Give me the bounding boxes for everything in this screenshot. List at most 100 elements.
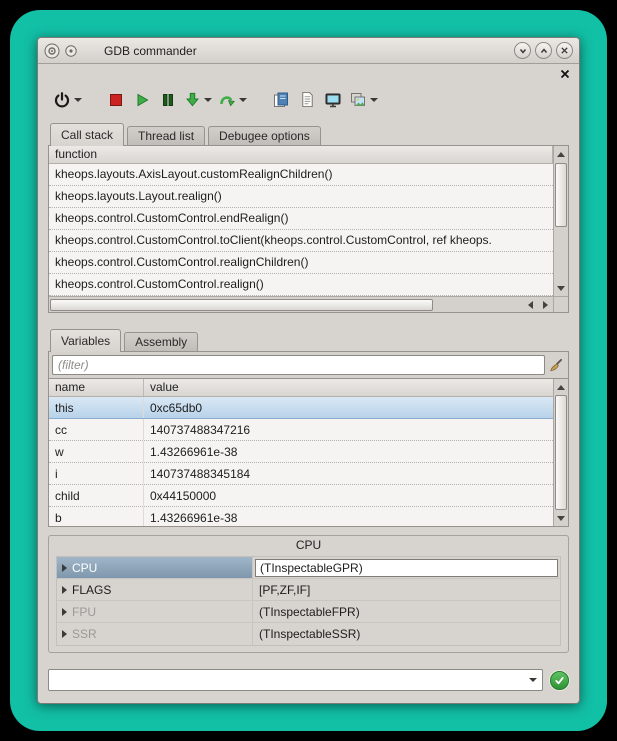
cpu-row-name[interactable]: FPU bbox=[57, 601, 253, 622]
monitor-icon bbox=[324, 91, 342, 109]
scroll-down-button[interactable] bbox=[554, 281, 568, 295]
column-header-name[interactable]: name bbox=[49, 379, 144, 396]
images-icon bbox=[349, 91, 367, 109]
cpu-row[interactable]: FLAGS [PF,ZF,IF] bbox=[57, 579, 560, 601]
cpu-row[interactable]: SSR (TInspectableSSR) bbox=[57, 623, 560, 645]
step-into-icon bbox=[184, 91, 201, 108]
tab-assembly[interactable]: Assembly bbox=[124, 332, 198, 351]
scrollbar-thumb[interactable] bbox=[50, 299, 433, 311]
tab-debugee-options[interactable]: Debugee options bbox=[208, 126, 321, 145]
arrow-up-icon bbox=[557, 152, 565, 157]
register-value-text: (TInspectableSSR) bbox=[255, 627, 360, 641]
clear-filter-button[interactable] bbox=[545, 355, 565, 375]
register-group-label: CPU bbox=[72, 561, 97, 575]
callstack-row[interactable]: kheops.control.CustomControl.realignChil… bbox=[49, 252, 553, 274]
dropdown-chevron-icon bbox=[239, 98, 247, 102]
expand-icon[interactable] bbox=[62, 608, 67, 616]
register-group-label: FLAGS bbox=[72, 583, 111, 597]
decorative-frame: GDB commander bbox=[10, 10, 607, 731]
variables-list: this 0xc65db0 cc 140737488347216 w 1.432… bbox=[49, 397, 553, 526]
book-icon bbox=[272, 91, 290, 109]
callstack-row[interactable]: kheops.control.CustomControl.toClient(kh… bbox=[49, 230, 553, 252]
expand-icon[interactable] bbox=[62, 630, 67, 638]
cpu-row-name[interactable]: FLAGS bbox=[57, 579, 253, 600]
variable-row[interactable]: w 1.43266961e-38 bbox=[49, 441, 553, 463]
log-button[interactable] bbox=[294, 87, 320, 113]
variables-header: name value bbox=[49, 379, 553, 397]
variable-row[interactable]: b 1.43266961e-38 bbox=[49, 507, 553, 526]
stop-button[interactable] bbox=[103, 87, 129, 113]
shade-button[interactable] bbox=[514, 42, 531, 59]
tab-thread-list[interactable]: Thread list bbox=[127, 126, 205, 145]
callstack-row[interactable]: kheops.layouts.Layout.realign() bbox=[49, 186, 553, 208]
command-combobox[interactable] bbox=[48, 669, 543, 691]
step-over-icon bbox=[218, 91, 236, 109]
cpu-row-name[interactable]: CPU bbox=[57, 557, 253, 578]
execute-button[interactable] bbox=[550, 671, 569, 690]
scroll-left-button[interactable] bbox=[523, 297, 538, 312]
chevron-down-icon bbox=[518, 46, 528, 56]
variables-vertical-scrollbar[interactable] bbox=[553, 379, 568, 526]
variable-name: this bbox=[49, 397, 144, 418]
variable-value: 0x44150000 bbox=[144, 489, 553, 503]
scroll-up-button[interactable] bbox=[554, 147, 568, 161]
close-button[interactable] bbox=[556, 42, 573, 59]
variables-panel: name value this 0xc65db0 cc 140737488347… bbox=[48, 351, 569, 527]
combo-dropdown-button[interactable] bbox=[524, 671, 541, 689]
tab-call-stack[interactable]: Call stack bbox=[50, 123, 124, 146]
variable-row[interactable]: cc 140737488347216 bbox=[49, 419, 553, 441]
options-button[interactable] bbox=[346, 87, 381, 113]
app-badge-icon bbox=[65, 45, 77, 57]
variable-row[interactable]: child 0x44150000 bbox=[49, 485, 553, 507]
command-input[interactable] bbox=[52, 671, 522, 689]
run-icon bbox=[134, 92, 150, 108]
callstack-vertical-scrollbar[interactable] bbox=[553, 146, 568, 296]
column-header-value[interactable]: value bbox=[144, 379, 553, 396]
scrollbar-thumb[interactable] bbox=[555, 395, 567, 510]
scroll-right-button[interactable] bbox=[538, 297, 553, 312]
dropdown-chevron-icon bbox=[74, 98, 82, 102]
stack-tabbar: Call stack Thread list Debugee options bbox=[48, 122, 569, 145]
dock-close-icon[interactable] bbox=[560, 69, 570, 79]
variable-value: 140737488345184 bbox=[144, 467, 553, 481]
docs-button[interactable] bbox=[268, 87, 294, 113]
cpu-row-value: (TInspectableFPR) bbox=[253, 601, 560, 622]
expand-icon[interactable] bbox=[62, 564, 67, 572]
scroll-up-button[interactable] bbox=[554, 380, 568, 394]
arrow-up-icon bbox=[557, 385, 565, 390]
variable-row[interactable]: i 140737488345184 bbox=[49, 463, 553, 485]
register-group-label: FPU bbox=[72, 605, 96, 619]
variable-name: cc bbox=[49, 419, 144, 440]
tab-variables[interactable]: Variables bbox=[50, 329, 121, 352]
filter-input[interactable] bbox=[52, 355, 545, 375]
watch-button[interactable] bbox=[320, 87, 346, 113]
callstack-row[interactable]: kheops.layouts.AxisLayout.customRealignC… bbox=[49, 164, 553, 186]
cpu-value-field[interactable]: (TInspectableGPR) bbox=[255, 559, 558, 577]
variable-name: i bbox=[49, 463, 144, 484]
register-group-label: SSR bbox=[72, 627, 97, 641]
debug-toolbar bbox=[50, 83, 569, 116]
callstack-row[interactable]: kheops.control.CustomControl.endRealign(… bbox=[49, 208, 553, 230]
power-button[interactable] bbox=[50, 87, 85, 113]
scrollbar-thumb[interactable] bbox=[555, 163, 567, 227]
scroll-down-button[interactable] bbox=[554, 511, 568, 525]
document-icon bbox=[299, 91, 316, 108]
pause-button[interactable] bbox=[155, 87, 181, 113]
callstack-row[interactable]: kheops.control.CustomControl.realign() bbox=[49, 274, 553, 296]
expand-icon[interactable] bbox=[62, 586, 67, 594]
titlebar[interactable]: GDB commander bbox=[38, 38, 579, 64]
cpu-row[interactable]: FPU (TInspectableFPR) bbox=[57, 601, 560, 623]
dropdown-chevron-icon bbox=[370, 98, 378, 102]
maximize-button[interactable] bbox=[535, 42, 552, 59]
step-into-button[interactable] bbox=[181, 87, 215, 113]
stop-icon bbox=[108, 92, 124, 108]
callstack-column-header[interactable]: function bbox=[49, 146, 553, 164]
run-button[interactable] bbox=[129, 87, 155, 113]
cpu-row[interactable]: CPU (TInspectableGPR) bbox=[57, 557, 560, 579]
callstack-horizontal-scrollbar[interactable] bbox=[49, 296, 553, 312]
chevron-down-icon bbox=[529, 678, 537, 682]
variable-row[interactable]: this 0xc65db0 bbox=[49, 397, 553, 419]
cpu-inspector: CPU (TInspectableGPR) FLAGS [PF,ZF,IF] bbox=[56, 556, 561, 646]
step-over-button[interactable] bbox=[215, 87, 250, 113]
cpu-row-name[interactable]: SSR bbox=[57, 623, 253, 645]
